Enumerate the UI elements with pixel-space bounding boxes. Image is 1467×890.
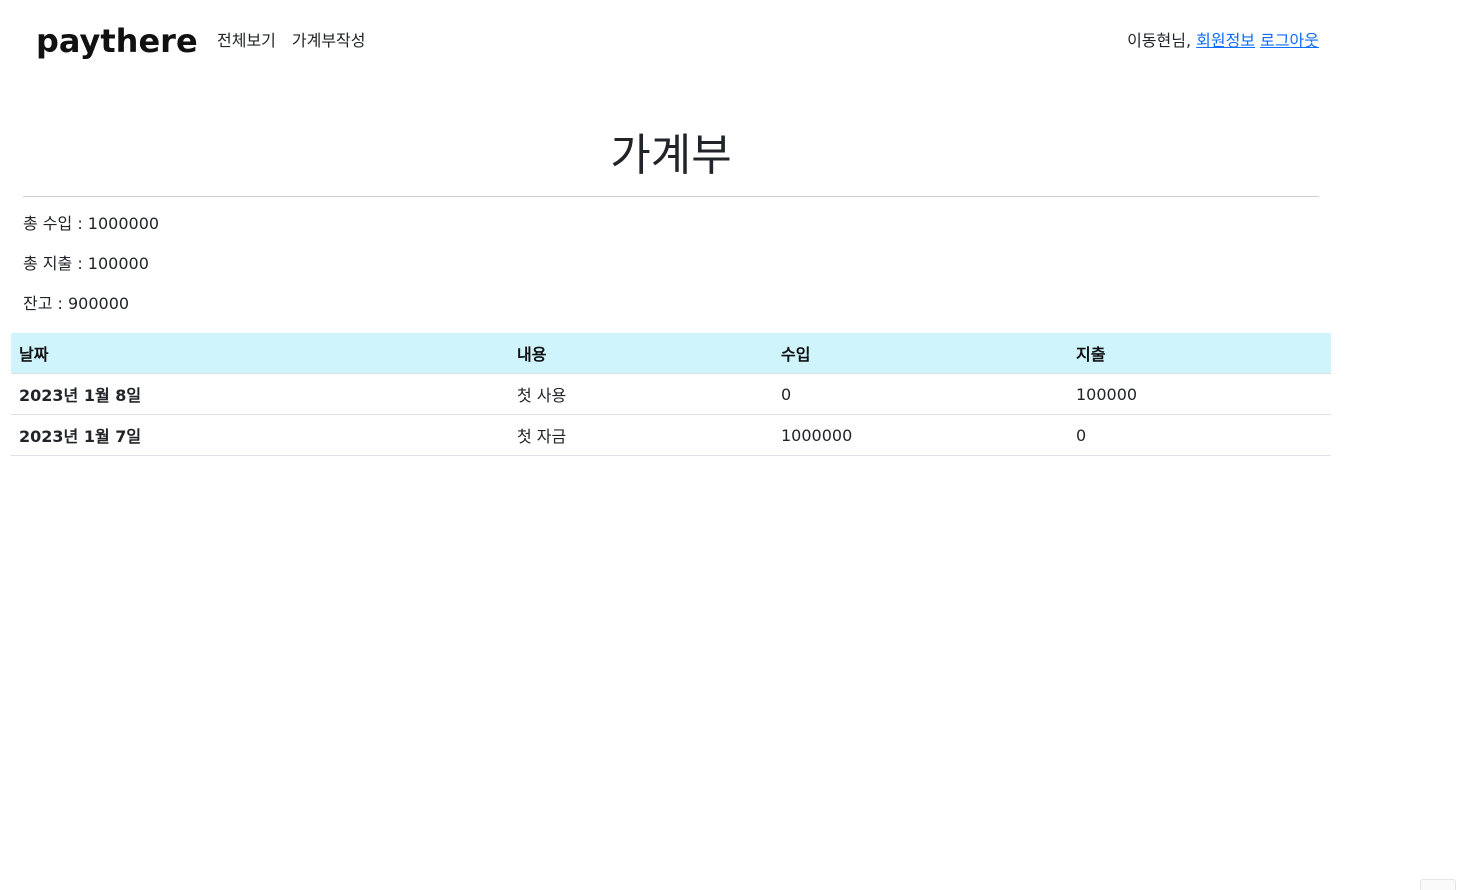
total-expense: 총 지출 : 100000 — [23, 254, 149, 273]
logout-link[interactable]: 로그아웃 — [1260, 31, 1319, 50]
nav-all-link[interactable]: 전체보기 — [217, 30, 276, 52]
header-row: 날짜 내용 수입 지출 — [11, 333, 1331, 374]
total-income: 총 수입 : 1000000 — [23, 214, 160, 233]
header-content: 내용 — [509, 333, 773, 374]
row-income: 1000000 — [773, 414, 1068, 456]
title-section: 가계부 — [23, 120, 1319, 197]
table-row: 2023년 1월 8일 첫 사용 0 100000 — [11, 373, 1331, 415]
row-content: 첫 사용 — [509, 373, 773, 415]
row-expense: 100000 — [1068, 373, 1331, 415]
nav-write-link[interactable]: 가계부작성 — [292, 30, 366, 52]
table-row: 2023년 1월 7일 첫 자금 1000000 0 — [11, 414, 1331, 456]
balance: 잔고 : 900000 — [23, 294, 130, 313]
page-title: 가계부 — [610, 130, 732, 181]
brand-logo[interactable]: paythere — [36, 20, 198, 62]
navbar: paythere 전체보기 가계부작성 이동현님, 회원정보 로그아웃 — [0, 0, 1331, 82]
row-expense: 0 — [1068, 414, 1331, 456]
corner-widget — [1420, 879, 1456, 890]
profile-link[interactable]: 회원정보 — [1196, 31, 1255, 50]
summary: 총 수입 : 1000000 총 지출 : 100000 잔고 : 900000 — [23, 213, 159, 333]
user-greeting: 이동현님, — [1127, 31, 1192, 50]
row-income: 0 — [773, 373, 1068, 415]
header-expense: 지출 — [1068, 333, 1331, 374]
header-income: 수입 — [773, 333, 1068, 374]
ledger-table: 날짜 내용 수입 지출 2023년 1월 8일 첫 사용 0 100000 20… — [11, 333, 1331, 456]
table-body: 2023년 1월 8일 첫 사용 0 100000 2023년 1월 7일 첫 … — [11, 373, 1331, 456]
header-date: 날짜 — [11, 333, 509, 374]
nav-links: 전체보기 가계부작성 — [217, 30, 366, 52]
row-date: 2023년 1월 8일 — [11, 373, 509, 415]
table-header: 날짜 내용 수입 지출 — [11, 333, 1331, 374]
page: paythere 전체보기 가계부작성 이동현님, 회원정보 로그아웃 가계부 … — [0, 0, 1467, 890]
row-date: 2023년 1월 7일 — [11, 414, 509, 456]
row-content: 첫 자금 — [509, 414, 773, 456]
user-area: 이동현님, 회원정보 로그아웃 — [1127, 30, 1319, 52]
